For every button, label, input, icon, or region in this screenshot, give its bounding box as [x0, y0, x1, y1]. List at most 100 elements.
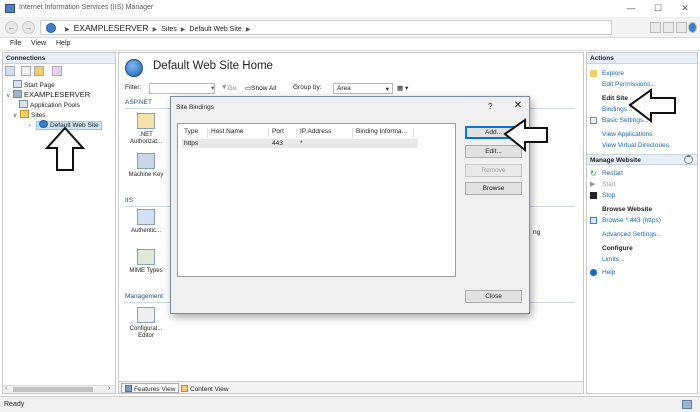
dialog-close-button[interactable]: ✕ — [511, 100, 525, 111]
window-title: Internet Information Services (IIS) Mana… — [19, 4, 154, 11]
restart-icon: ↻ — [590, 169, 597, 178]
breadcrumb-server[interactable]: EXAMPLESERVER — [74, 23, 149, 33]
browse-binding-button[interactable]: Browse — [465, 182, 522, 195]
dialog-help-button[interactable]: ? — [488, 102, 492, 111]
action-explore[interactable]: Explore — [602, 70, 624, 77]
collapse-icon[interactable]: ⌃ — [684, 155, 693, 164]
chevron-down-icon[interactable]: ∨ — [6, 92, 13, 99]
column-host-name[interactable]: Host Name — [209, 128, 269, 137]
action-stop[interactable]: Stop — [602, 192, 615, 199]
site-bindings-dialog: Site Bindings ? ✕ Type Host Name Port IP… — [170, 96, 530, 314]
scroll-right-icon[interactable]: › — [108, 385, 110, 392]
remove-binding-button: Remove — [465, 164, 522, 177]
tree-start-page[interactable]: Start Page — [6, 80, 55, 89]
breadcrumb-site[interactable]: Default Web Site — [189, 26, 241, 33]
connect-icon[interactable] — [5, 66, 15, 76]
minimize-button[interactable]: — — [620, 2, 642, 15]
features-view-icon — [125, 385, 132, 392]
cell-type: https — [184, 140, 199, 147]
maximize-button[interactable]: ☐ — [647, 2, 669, 15]
bindings-table[interactable]: Type Host Name Port IP Address Binding I… — [177, 123, 456, 277]
cell-port: 443 — [272, 140, 283, 147]
action-view-virtual-directories[interactable]: View Virtual Directories — [602, 142, 669, 149]
back-button[interactable]: ← — [5, 21, 18, 34]
forward-button[interactable]: → — [22, 21, 35, 34]
action-view-applications[interactable]: View Applications — [602, 131, 652, 138]
scroll-left-icon[interactable]: ‹ — [5, 385, 7, 392]
server-icon — [13, 90, 22, 98]
close-dialog-button[interactable]: Close — [465, 290, 522, 303]
left-arrow-annotation-icon — [628, 88, 676, 124]
menu-file[interactable]: File — [10, 40, 21, 47]
breadcrumb[interactable]: ▶ EXAMPLESERVER ▶ Sites ▶ Default Web Site ▶ — [40, 20, 612, 35]
feature-machine-key[interactable]: Machine Key — [123, 153, 169, 179]
left-arrow-annotation-icon — [503, 118, 548, 153]
action-browse-443[interactable]: Browse *:443 (https) — [602, 217, 661, 224]
save-icon[interactable] — [21, 66, 31, 76]
browse-website-header: Browse Website — [602, 206, 653, 213]
show-all-button[interactable]: ▭ Show All — [245, 84, 276, 92]
chevron-right-icon: ▶ — [245, 27, 251, 33]
chevron-right-icon[interactable]: › — [29, 123, 36, 129]
chevron-down-icon[interactable]: ▾ — [211, 84, 214, 92]
connections-header: Connections — [3, 53, 115, 64]
folder-icon — [20, 110, 29, 118]
globe-icon — [46, 23, 56, 33]
connections-toolbar — [4, 66, 114, 77]
iis-app-icon — [5, 4, 15, 13]
horizontal-scrollbar[interactable]: ‹ › — [3, 385, 115, 393]
feature-net-authorization[interactable]: .NET Authorizat... — [123, 113, 169, 146]
feature-configuration-editor[interactable]: Configurat... Editor — [123, 307, 169, 340]
group-by-select[interactable]: Area ▾ — [333, 83, 393, 94]
menu-help[interactable]: Help — [56, 40, 70, 47]
column-binding-info[interactable]: Binding Informa... — [354, 128, 414, 137]
manage-website-header: Manage Website ⌃ — [587, 154, 697, 165]
stop-icon — [590, 192, 597, 199]
feature-label-partial: ng — [533, 229, 541, 236]
actions-header: Actions — [587, 53, 697, 64]
chevron-down-icon[interactable]: ∨ — [13, 112, 20, 119]
network-icon — [682, 400, 692, 409]
view-mode-icon[interactable]: ▦ ▾ — [397, 84, 408, 92]
tree-app-pools[interactable]: Application Pools — [19, 100, 80, 109]
filter-input[interactable] — [149, 83, 215, 94]
table-row[interactable]: https 443 * — [182, 139, 418, 148]
feature-mime-types[interactable]: MIME Types — [123, 249, 169, 275]
action-restart[interactable]: Restart — [602, 170, 623, 177]
feature-authentication[interactable]: Authentic... — [123, 209, 169, 235]
go-button[interactable]: ▼ Go — [221, 84, 236, 92]
action-advanced-settings[interactable]: Advanced Settings... — [602, 231, 662, 238]
action-limits[interactable]: Limits... — [602, 256, 624, 263]
action-help[interactable]: Help — [602, 269, 615, 276]
chevron-right-icon: ▶ — [180, 27, 186, 33]
breadcrumb-path: ▶ EXAMPLESERVER ▶ Sites ▶ Default Web Site ▶ — [61, 23, 254, 33]
filter-label: Filter: — [125, 84, 142, 91]
scrollbar-thumb[interactable] — [13, 387, 93, 392]
disconnect-icon[interactable] — [52, 66, 62, 76]
content-view-icon — [181, 385, 188, 392]
stop-icon[interactable] — [663, 22, 674, 33]
view-tabs: Features View Content View — [119, 381, 583, 393]
start-page-icon — [13, 80, 22, 88]
key-icon — [137, 153, 155, 169]
edit-site-header: Edit Site — [602, 95, 629, 102]
column-port[interactable]: Port — [270, 128, 297, 137]
refresh-icon[interactable] — [650, 22, 661, 33]
close-window-button[interactable]: ✕ — [674, 2, 696, 15]
tree-sites[interactable]: ∨ Sites — [13, 110, 45, 119]
up-arrow-annotation-icon — [44, 126, 86, 171]
home-icon[interactable] — [676, 22, 687, 33]
tree-server[interactable]: ∨ EXAMPLESERVER — [6, 90, 90, 99]
menu-view[interactable]: View — [31, 40, 46, 47]
column-ip-address[interactable]: IP Address — [298, 128, 353, 137]
column-type[interactable]: Type — [182, 128, 208, 137]
up-folder-icon[interactable] — [34, 66, 44, 76]
tab-features-view[interactable]: Features View — [121, 383, 180, 393]
tab-content-view[interactable]: Content View — [177, 383, 233, 393]
globe-icon — [125, 59, 143, 77]
action-edit-permissions[interactable]: Edit Permissions... — [602, 81, 656, 88]
address-bar: ← → ▶ EXAMPLESERVER ▶ Sites ▶ Default Web Sit… — [0, 18, 700, 38]
help-icon[interactable] — [688, 22, 697, 33]
breadcrumb-sites[interactable]: Sites — [161, 26, 177, 33]
filter-bar: Filter: ▾ ▼ Go ▭ Show All Group by: Area… — [125, 83, 581, 95]
